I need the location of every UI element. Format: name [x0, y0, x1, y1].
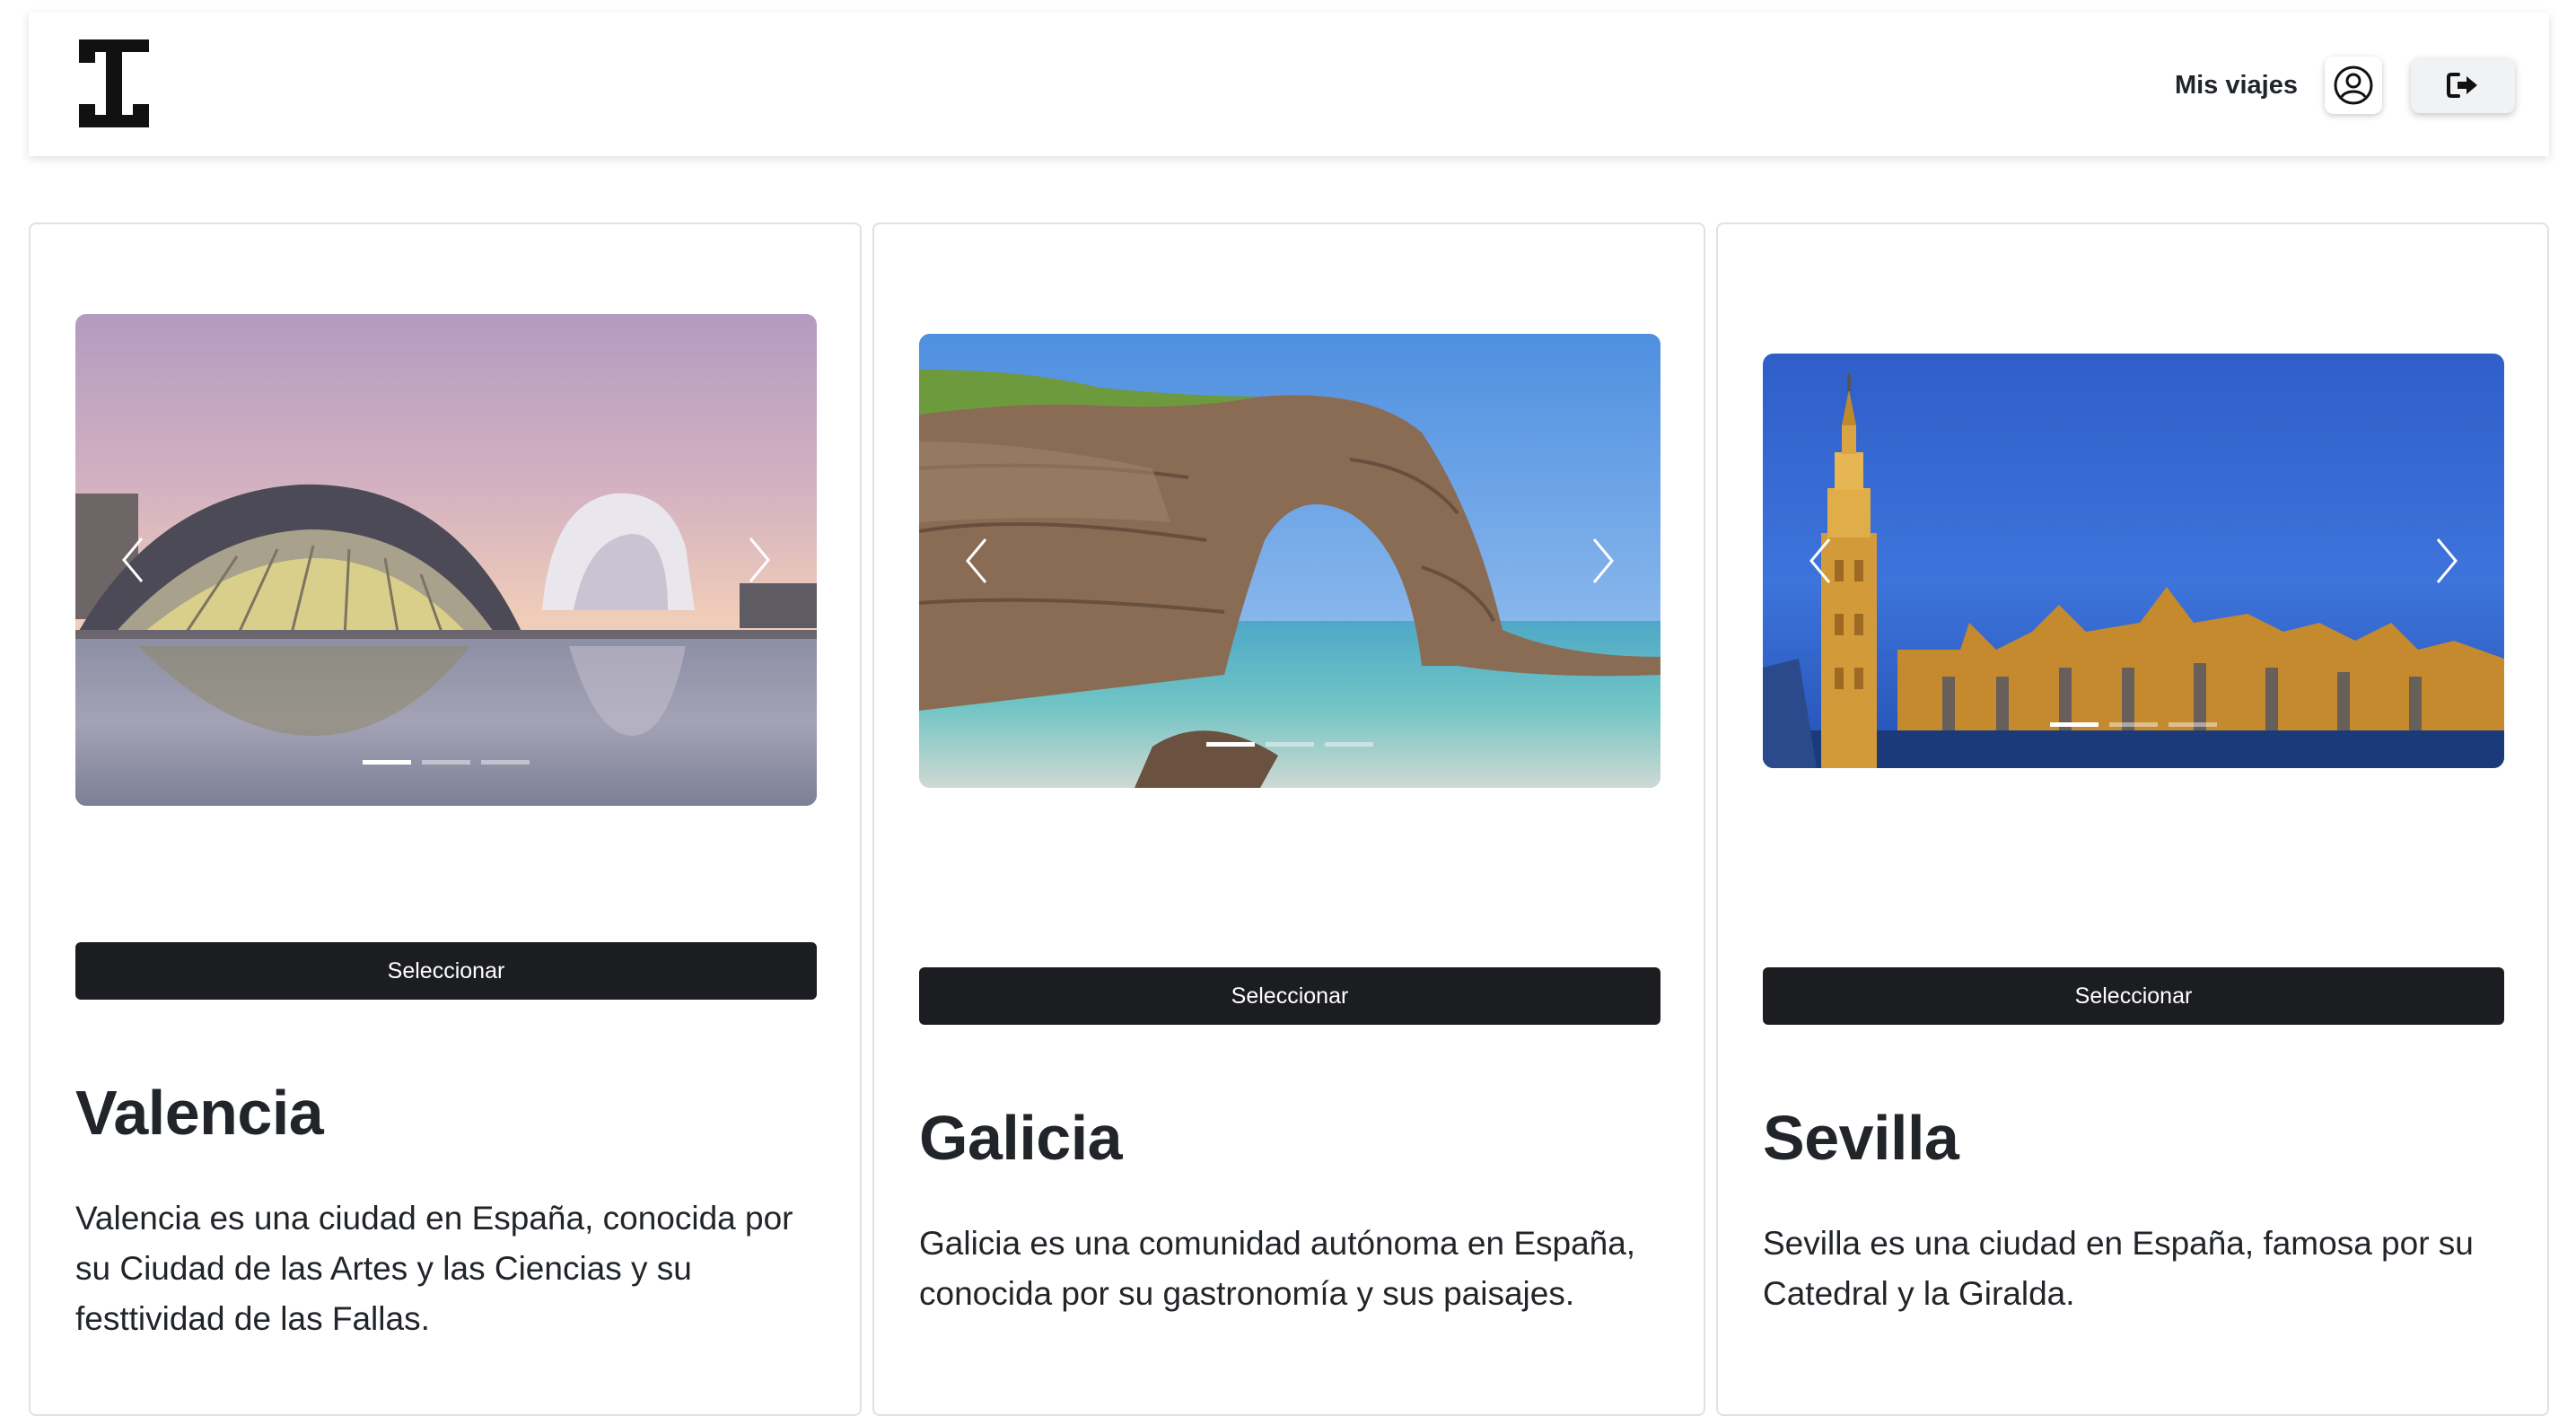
- image-carousel[interactable]: [75, 314, 817, 806]
- destination-card-valencia: Seleccionar Valencia Valencia es una ciu…: [29, 223, 862, 1416]
- carousel-next-icon[interactable]: [2429, 534, 2465, 588]
- card-title: Sevilla: [1763, 1103, 1959, 1173]
- carousel-indicators: [2050, 722, 2217, 727]
- carousel-next-icon[interactable]: [1585, 534, 1621, 588]
- carousel-indicator[interactable]: [481, 760, 530, 765]
- select-button[interactable]: Seleccionar: [1763, 967, 2504, 1025]
- carousel-indicator[interactable]: [1325, 742, 1373, 747]
- profile-button[interactable]: [2325, 57, 2382, 114]
- carousel-prev-icon[interactable]: [1802, 534, 1838, 588]
- destination-card-sevilla: Seleccionar Sevilla Sevilla es una ciuda…: [1716, 223, 2549, 1416]
- carousel-indicator[interactable]: [422, 760, 470, 765]
- carousel-prev-icon[interactable]: [959, 534, 994, 588]
- select-button[interactable]: Seleccionar: [919, 967, 1660, 1025]
- card-description: Galicia es una comunidad autónoma en Esp…: [919, 1225, 1636, 1312]
- carousel-indicators: [363, 760, 530, 765]
- carousel-indicator[interactable]: [1206, 742, 1255, 747]
- carousel-indicator[interactable]: [2169, 722, 2217, 727]
- valencia-photo: [75, 314, 817, 806]
- carousel-indicator[interactable]: [1266, 742, 1314, 747]
- image-carousel[interactable]: [1763, 354, 2504, 768]
- logout-button[interactable]: [2411, 57, 2515, 113]
- carousel-indicators: [1206, 742, 1373, 747]
- user-circle-icon: [2334, 66, 2373, 105]
- card-description: Valencia es una ciudad en España, conoci…: [75, 1200, 793, 1337]
- card-title: Valencia: [75, 1078, 324, 1148]
- top-navbar: Mis viajes: [29, 13, 2549, 156]
- carousel-indicator[interactable]: [363, 760, 411, 765]
- card-description: Sevilla es una ciudad en España, famosa …: [1763, 1225, 2474, 1312]
- select-button[interactable]: Seleccionar: [75, 942, 817, 1000]
- galicia-photo: [919, 334, 1660, 788]
- brand-logo[interactable]: [79, 39, 149, 127]
- destination-card-galicia: Seleccionar Galicia Galicia es una comun…: [872, 223, 1705, 1416]
- image-carousel[interactable]: [919, 334, 1660, 788]
- nav-link-mis-viajes[interactable]: Mis viajes: [2175, 71, 2298, 101]
- sign-out-icon: [2447, 73, 2477, 98]
- carousel-prev-icon[interactable]: [115, 533, 151, 587]
- card-title: Galicia: [919, 1103, 1123, 1173]
- nav-actions: Mis viajes: [2175, 57, 2515, 114]
- sevilla-photo: [1763, 354, 2504, 768]
- carousel-indicator[interactable]: [2109, 722, 2158, 727]
- carousel-next-icon[interactable]: [741, 533, 777, 587]
- carousel-indicator[interactable]: [2050, 722, 2098, 727]
